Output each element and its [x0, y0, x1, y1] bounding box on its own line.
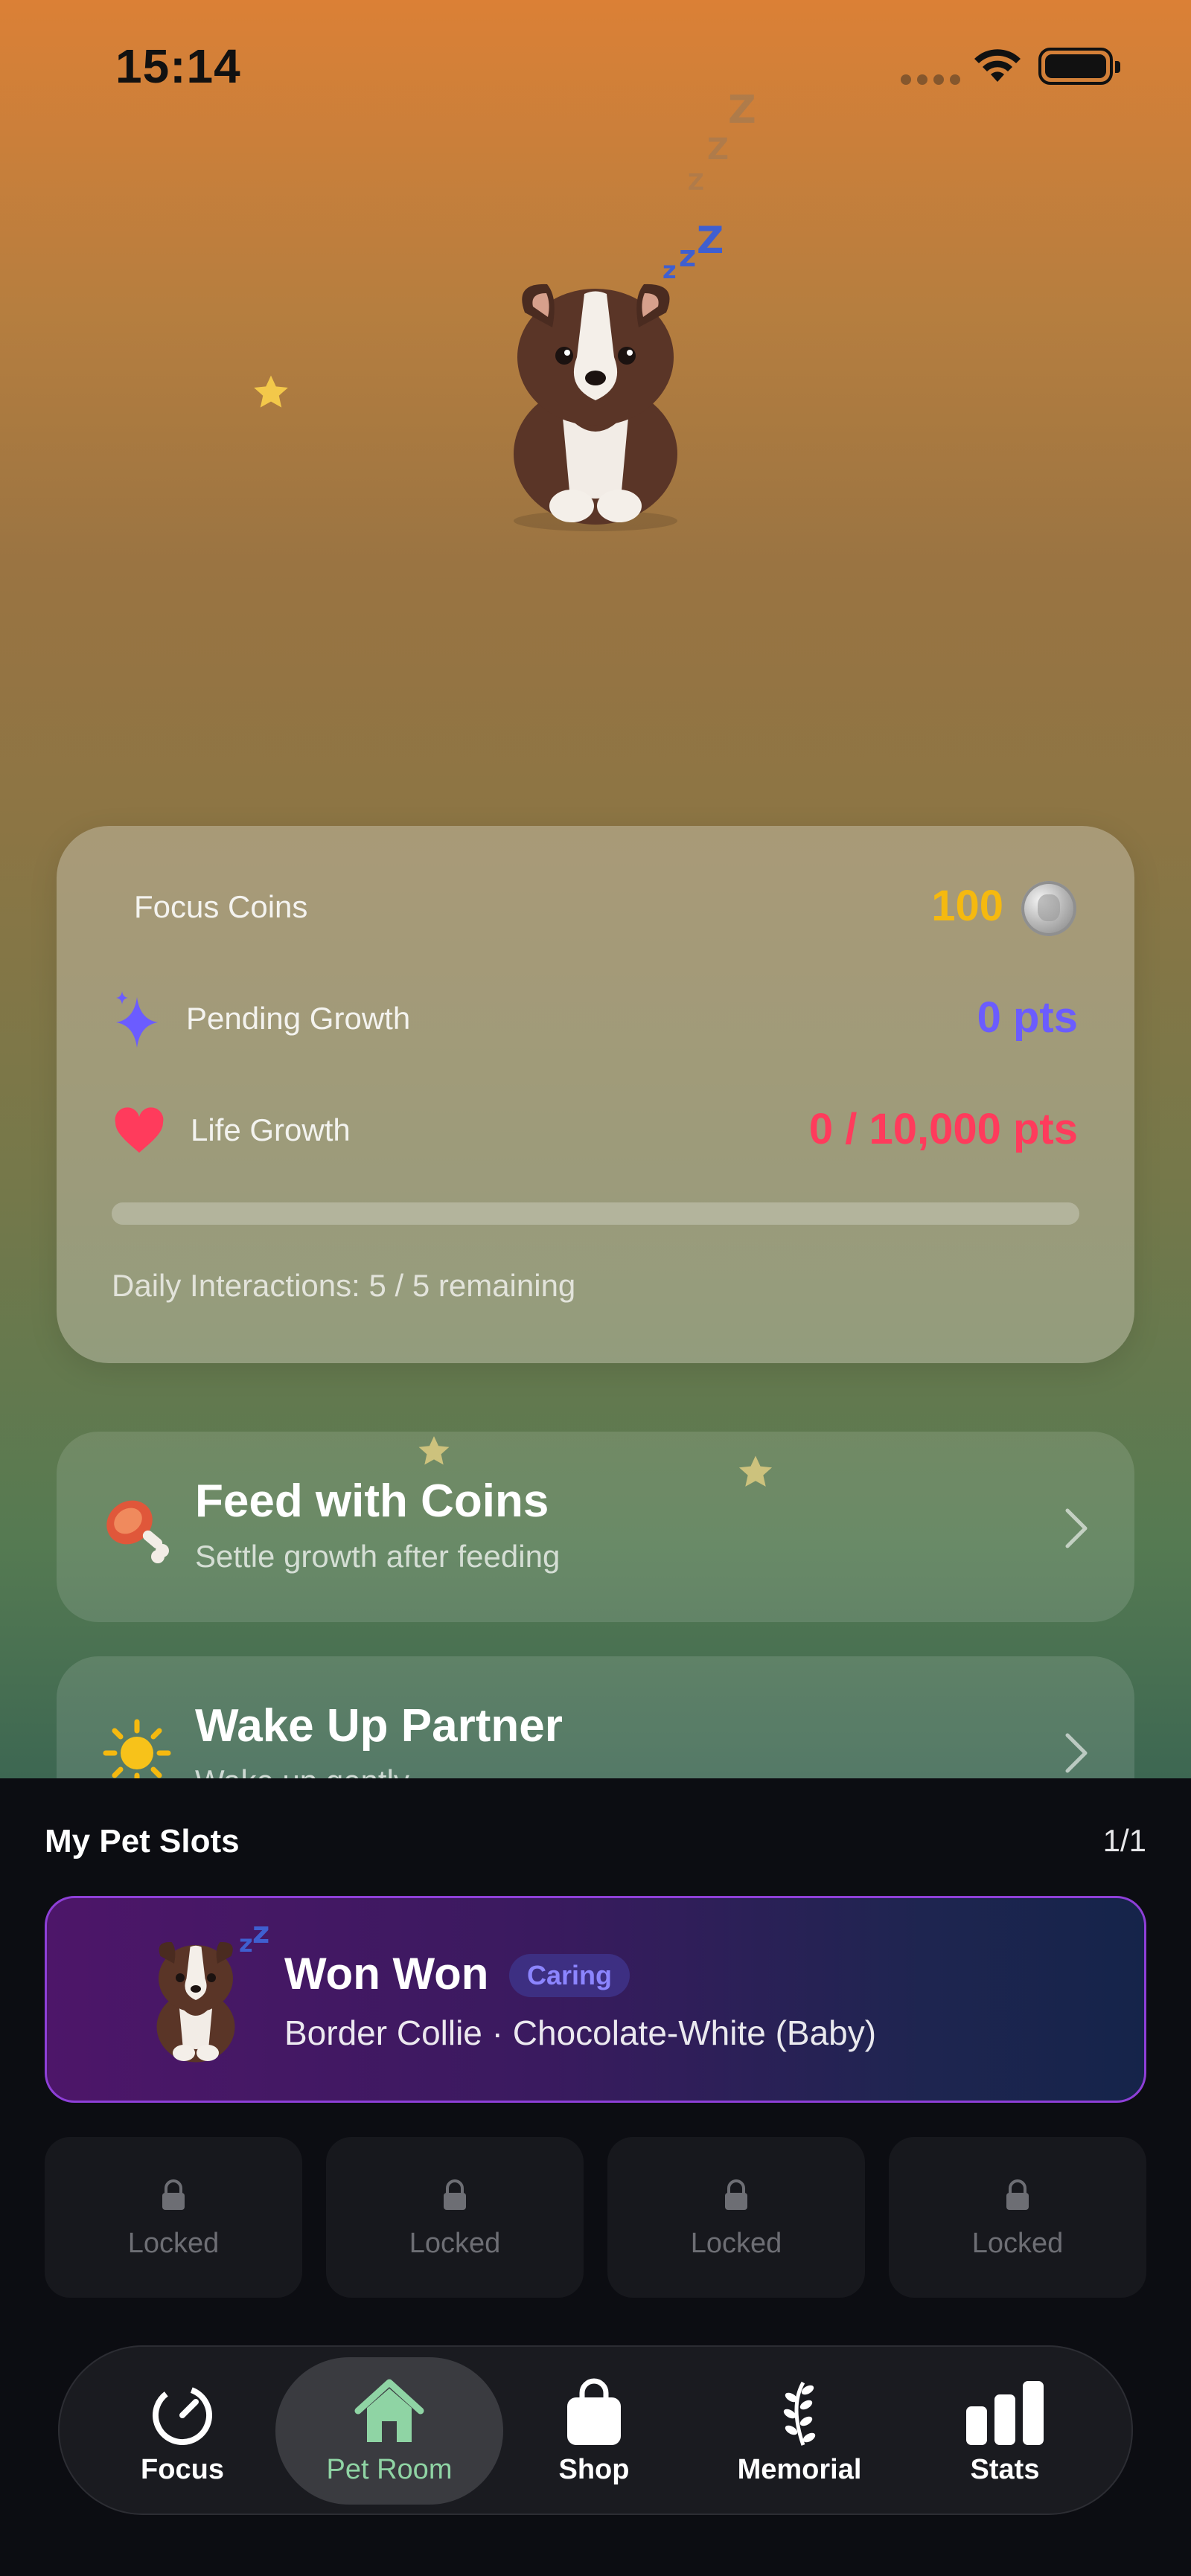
locked-slot[interactable]: Locked — [45, 2137, 302, 2298]
status-bar: 15:14 — [0, 0, 1191, 134]
locked-slot[interactable]: Locked — [607, 2137, 865, 2298]
status-time: 15:14 — [115, 39, 241, 93]
sleep-z-icon: Z — [697, 219, 724, 262]
focus-coins-label: Focus Coins — [134, 889, 308, 924]
action-title: Wake Up Partner — [195, 1700, 563, 1752]
pending-growth-value: 0 pts — [977, 993, 1078, 1042]
locked-slot[interactable]: Locked — [326, 2137, 584, 2298]
action-title: Feed with Coins — [195, 1476, 549, 1527]
pet-name: Won Won — [284, 1949, 489, 1999]
locked-label: Locked — [409, 2228, 501, 2259]
life-growth-label: Life Growth — [191, 1112, 351, 1147]
wifi-icon — [974, 49, 1021, 82]
meat-icon — [106, 1500, 169, 1563]
battery-icon — [1038, 48, 1120, 85]
lock-icon — [444, 2179, 466, 2210]
daily-interactions-text: Daily Interactions: 5 / 5 remaining — [112, 1268, 576, 1303]
lock-icon — [162, 2179, 185, 2210]
bar-chart-icon — [966, 2381, 1044, 2445]
coin-icon — [1021, 881, 1076, 936]
pending-growth-label: Pending Growth — [186, 1001, 411, 1036]
tab-label: Pet Room — [326, 2454, 453, 2485]
pet-slot-card[interactable]: z z — [45, 1896, 1146, 2103]
sleep-z-icon: z — [252, 1916, 270, 1950]
locked-slot[interactable]: Locked — [889, 2137, 1146, 2298]
pet-mood-badge: Caring — [509, 1954, 630, 1997]
locked-label: Locked — [127, 2228, 220, 2259]
feed-with-coins-button[interactable]: Feed with Coins Settle growth after feed… — [57, 1432, 1134, 1622]
pet-slots-title: My Pet Slots — [45, 1823, 240, 1859]
pet-slots-count: 1/1 — [1102, 1823, 1146, 1858]
tab-shop[interactable]: Shop — [497, 2357, 691, 2505]
life-growth-value: 0 / 10,000 pts — [808, 1105, 1078, 1153]
laurel-icon — [783, 2381, 816, 2446]
timer-icon — [153, 2386, 212, 2445]
sleep-z-icon: z — [239, 1929, 253, 1958]
sun-icon — [103, 1719, 171, 1787]
tab-stats[interactable]: Stats — [908, 2357, 1102, 2505]
tab-pet-room[interactable]: Pet Room — [293, 2357, 486, 2505]
sleep-z-icon: Z — [728, 88, 756, 132]
sleeping-dog-illustration — [514, 283, 677, 531]
cellular-icon — [901, 74, 960, 85]
tab-focus[interactable]: Focus — [86, 2357, 279, 2505]
star-icon — [254, 375, 288, 408]
sleep-z-icon: Z — [707, 132, 729, 167]
tab-memorial[interactable]: Memorial — [703, 2357, 896, 2505]
house-icon — [354, 2379, 424, 2442]
action-subtitle: Settle growth after feeding — [195, 1539, 561, 1574]
pet-breed: Border Collie · Chocolate-White (Baby) — [284, 2013, 877, 2052]
life-growth-progress-bar — [112, 1202, 1079, 1225]
chevron-right-icon — [1065, 1733, 1088, 1773]
pet-room-screen: 15:14 Z Z Z Z z z Focus Coins 100 Pendin… — [0, 0, 1191, 2576]
tab-label: Focus — [141, 2454, 224, 2485]
locked-label: Locked — [690, 2228, 782, 2259]
focus-coins-value: 100 — [931, 882, 1003, 930]
heart-icon — [115, 1107, 164, 1153]
tab-label: Memorial — [737, 2454, 862, 2485]
chevron-right-icon — [1065, 1508, 1088, 1548]
locked-label: Locked — [971, 2228, 1064, 2259]
bag-icon — [567, 2378, 621, 2445]
lock-icon — [1006, 2179, 1029, 2210]
sleep-z-icon: Z — [688, 170, 704, 196]
sparkle-icon — [116, 991, 158, 1048]
tab-label: Stats — [970, 2454, 1040, 2485]
tab-label: Shop — [558, 2454, 630, 2485]
lock-icon — [725, 2179, 747, 2210]
